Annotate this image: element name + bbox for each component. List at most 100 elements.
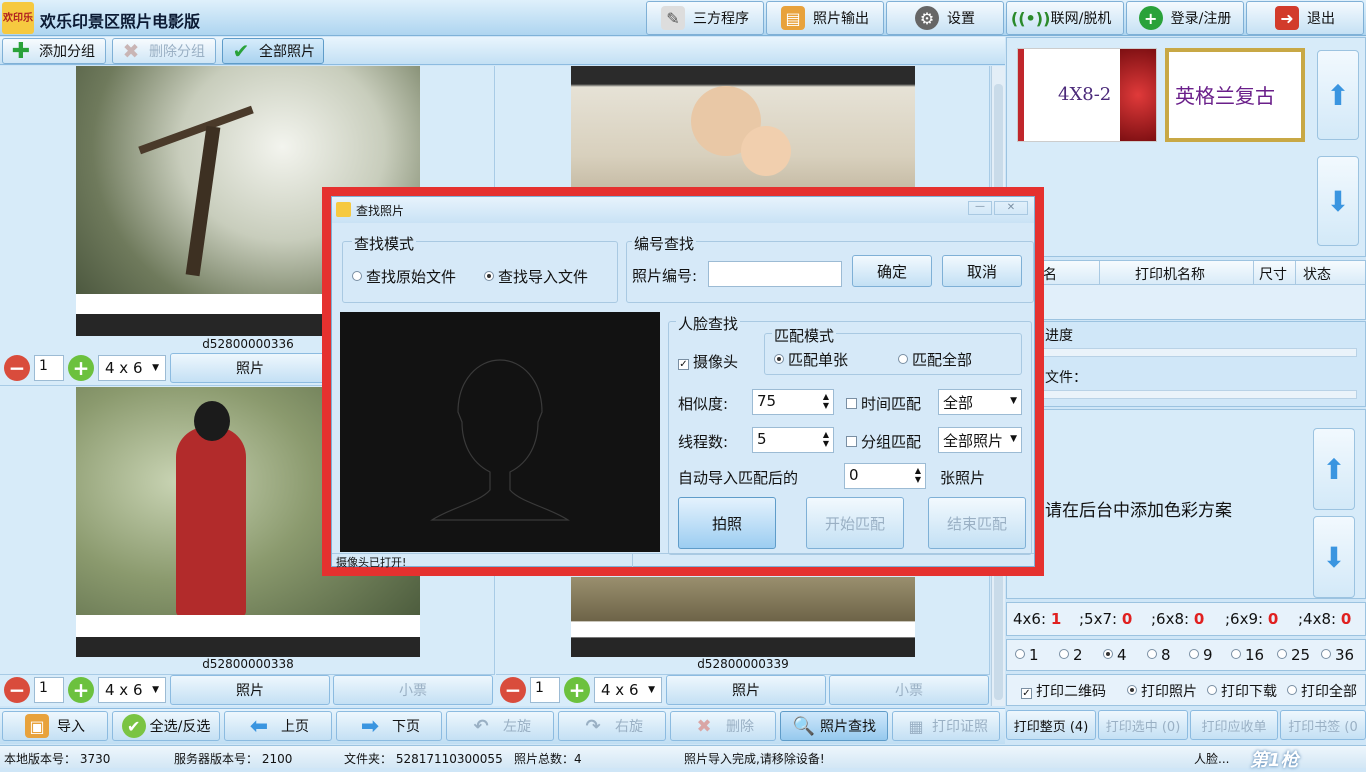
layout-radios: 1 2 4 8 9 16 25 36 — [1006, 639, 1366, 671]
capture-button[interactable]: 拍照 — [678, 497, 776, 549]
chevron-down-icon: ▼ — [152, 685, 159, 695]
start-match-button[interactable]: 开始匹配 — [806, 497, 904, 549]
camera-checkbox[interactable]: ✓ 摄像头 — [678, 351, 738, 372]
mode-original-radio[interactable]: 查找原始文件 — [352, 266, 456, 287]
size-select[interactable]: 4 x 6 ▼ — [594, 677, 662, 703]
select-all-button[interactable]: ✔ 全选/反选 — [112, 711, 220, 741]
auto-import-input[interactable]: 0 ▲ ▼ — [844, 463, 926, 489]
camera-preview — [340, 312, 660, 552]
radio-2[interactable]: 2 — [1059, 646, 1083, 664]
photo-type-button[interactable]: 照片 — [170, 675, 330, 705]
quantity-input[interactable]: 1 — [34, 677, 64, 703]
delete-group-button[interactable]: ✖ 删除分组 — [112, 38, 216, 64]
minus-button[interactable]: − — [4, 677, 30, 703]
group-match-checkbox[interactable]: 分组匹配 — [846, 431, 921, 452]
check-icon: ✔ — [232, 39, 250, 63]
time-select[interactable]: 全部 ▼ — [938, 389, 1022, 415]
watermark-logo: 第1枪 — [1250, 750, 1299, 771]
print-selected-button[interactable]: 打印选中 (0) — [1098, 710, 1188, 740]
spinner-icon: ▲ ▼ — [822, 392, 829, 410]
magnifier-icon: 🔍 — [792, 715, 816, 737]
quantity-input[interactable]: 1 — [530, 677, 560, 703]
third-party-button[interactable]: ✎ 三方程序 — [646, 1, 764, 35]
print-bookmark-button[interactable]: 打印书签 (0 — [1280, 710, 1366, 740]
print-all-radio[interactable]: 打印全部 — [1287, 681, 1357, 701]
import-button[interactable]: ▣ 导入 — [2, 711, 108, 741]
plus-button[interactable]: + — [564, 677, 590, 703]
tools-icon: ✎ — [661, 6, 685, 30]
print-qr-checkbox[interactable]: ✓ 打印二维码 — [1021, 681, 1106, 701]
end-match-button[interactable]: 结束匹配 — [928, 497, 1026, 549]
print-id-button[interactable]: ▦ 打印证照 — [892, 711, 1000, 741]
minus-button[interactable]: − — [4, 355, 30, 381]
time-match-checkbox[interactable]: 时间匹配 — [846, 393, 921, 414]
scheme-down-button[interactable]: ⬇ — [1313, 516, 1355, 598]
template-card[interactable]: 英格兰复古 — [1165, 48, 1305, 142]
rotate-right-icon: ↷ — [585, 715, 601, 737]
rotate-right-button[interactable]: ↷ 右旋 — [558, 711, 666, 741]
settings-button[interactable]: ⚙ 设置 — [886, 1, 1004, 35]
close-button[interactable]: ✕ — [994, 201, 1028, 215]
photo-output-button[interactable]: ▤ 照片输出 — [766, 1, 884, 35]
all-photos-button[interactable]: ✔ 全部照片 — [222, 38, 324, 64]
template-panel: 4X8-2 英格兰复古 ⬆ ⬇ — [1006, 37, 1366, 257]
scheme-up-button[interactable]: ⬆ — [1313, 428, 1355, 510]
threads-input[interactable]: 5 ▲ ▼ — [752, 427, 834, 453]
radio-25[interactable]: 25 — [1277, 646, 1310, 664]
print-receipt-button[interactable]: 打印应收单 — [1190, 710, 1278, 740]
quantity-input[interactable]: 1 — [34, 355, 64, 381]
printer-table-header: 名 打印机名称 尺寸 状态 — [1007, 261, 1365, 285]
plus-button[interactable]: + — [68, 677, 94, 703]
print-download-radio[interactable]: 打印下载 — [1207, 681, 1277, 701]
rotate-left-button[interactable]: ↶ 左旋 — [446, 711, 554, 741]
find-photo-button[interactable]: 🔍 照片查找 — [780, 711, 888, 741]
print-photo-radio[interactable]: 打印照片 — [1127, 681, 1197, 701]
next-page-button[interactable]: ➡ 下页 — [336, 711, 442, 741]
radio-16[interactable]: 16 — [1231, 646, 1264, 664]
radio-4[interactable]: 4 — [1103, 646, 1127, 664]
radio-8[interactable]: 8 — [1147, 646, 1171, 664]
match-all-radio[interactable]: 匹配全部 — [898, 349, 972, 370]
print-tabs: 打印整页 (4) 打印选中 (0) 打印应收单 打印书签 (0 — [1006, 708, 1366, 744]
ticket-button[interactable]: 小票 — [333, 675, 493, 705]
minimize-button[interactable]: — — [968, 201, 992, 215]
template-card[interactable]: 4X8-2 — [1017, 48, 1157, 142]
scroll-down-button[interactable]: ⬇ — [1317, 156, 1359, 246]
radio-36[interactable]: 36 — [1321, 646, 1354, 664]
photo-thumbnail[interactable] — [571, 577, 915, 657]
online-offline-button[interactable]: ((•)) 联网/脱机 — [1006, 1, 1124, 35]
exit-button[interactable]: ➜ 退出 — [1246, 1, 1364, 35]
progress-bar — [1043, 348, 1357, 357]
arrow-down-icon: ⬇ — [1322, 540, 1346, 574]
radio-9[interactable]: 9 — [1189, 646, 1213, 664]
size-select[interactable]: 4 x 6 ▼ — [98, 677, 166, 703]
mode-imported-radio[interactable]: 查找导入文件 — [484, 266, 588, 287]
similarity-input[interactable]: 75 ▲ ▼ — [752, 389, 834, 415]
login-register-button[interactable]: + 登录/注册 — [1126, 1, 1244, 35]
x-icon: ✖ — [696, 715, 712, 737]
delete-button[interactable]: ✖ 删除 — [670, 711, 776, 741]
progress-panel: 进度 文件： — [1006, 321, 1366, 407]
ticket-button[interactable]: 小票 — [829, 675, 989, 705]
add-group-button[interactable]: ✚ 添加分组 — [2, 38, 106, 64]
photo-controls: − 1 + 4 x 6 ▼ 照片 小票 — [496, 675, 990, 705]
group-select[interactable]: 全部照片 ▼ — [938, 427, 1022, 453]
photo-type-button[interactable]: 照片 — [170, 353, 330, 383]
cancel-button[interactable]: 取消 — [942, 255, 1022, 287]
print-page-button[interactable]: 打印整页 (4) — [1006, 710, 1096, 740]
minus-button[interactable]: − — [500, 677, 526, 703]
local-version: 本地版本号： 3730 — [4, 752, 111, 766]
size-select[interactable]: 4 x 6 ▼ — [98, 355, 166, 381]
photo-type-button[interactable]: 照片 — [666, 675, 826, 705]
exit-icon: ➜ — [1275, 6, 1299, 30]
match-single-radio[interactable]: 匹配单张 — [774, 349, 848, 370]
photo-number-input[interactable] — [708, 261, 842, 287]
prev-page-button[interactable]: ⬅ 上页 — [224, 711, 332, 741]
arrow-up-icon: ⬆ — [1326, 78, 1350, 112]
radio-1[interactable]: 1 — [1015, 646, 1039, 664]
plus-button[interactable]: + — [68, 355, 94, 381]
scroll-up-button[interactable]: ⬆ — [1317, 50, 1359, 140]
antenna-icon: ((•)) — [1010, 8, 1051, 28]
confirm-button[interactable]: 确定 — [852, 255, 932, 287]
print-options: ✓ 打印二维码 打印照片 打印下载 打印全部 — [1006, 674, 1366, 706]
